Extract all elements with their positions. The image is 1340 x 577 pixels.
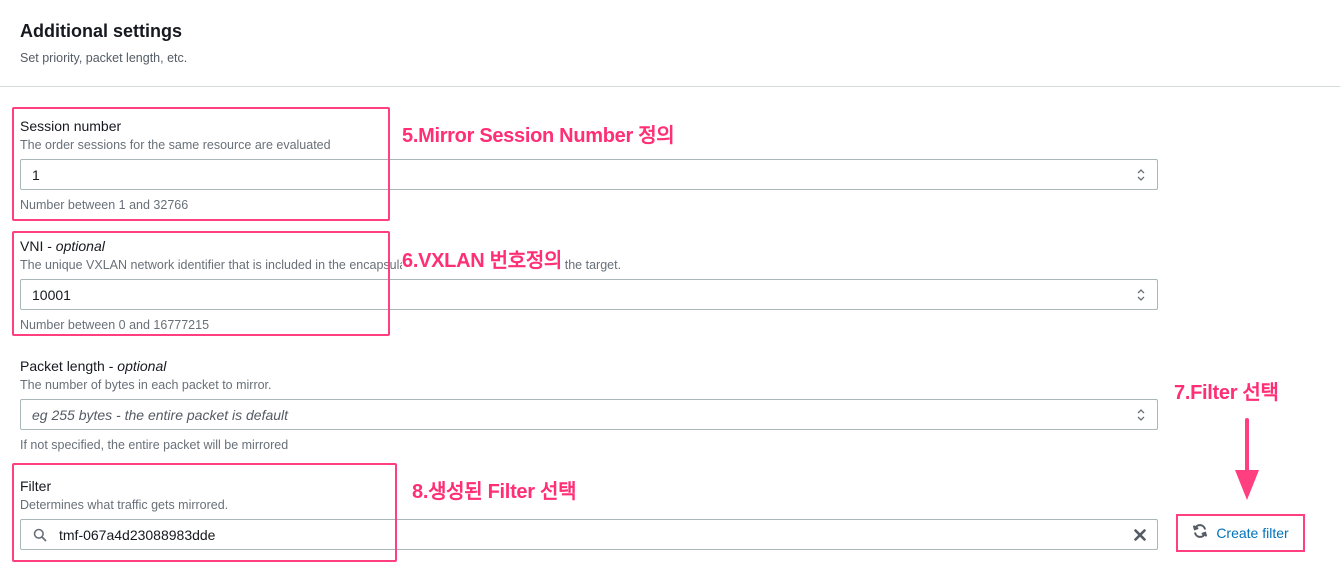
create-filter-button[interactable]: Create filter	[1176, 514, 1305, 552]
annotation-step6: 6.VXLAN 번호정의	[402, 244, 562, 273]
highlight-box-filter	[12, 463, 397, 562]
packet-length-description: The number of bytes in each packet to mi…	[20, 378, 272, 392]
annotation-step8: 8.생성된 Filter 선택	[412, 481, 577, 503]
divider	[0, 86, 1340, 87]
down-arrow-icon	[1232, 418, 1262, 502]
create-filter-label: Create filter	[1216, 525, 1289, 541]
number-spinner-icon[interactable]	[1137, 408, 1145, 422]
refresh-icon	[1192, 523, 1208, 544]
packet-length-hint: If not specified, the entire packet will…	[20, 438, 289, 452]
annotation-step5: 5.Mirror Session Number 정의	[402, 125, 675, 147]
number-spinner-icon[interactable]	[1137, 168, 1145, 182]
packet-length-label: Packet length - optional	[20, 358, 167, 374]
packet-length-input[interactable]: eg 255 bytes - the entire packet is defa…	[20, 399, 1158, 430]
annotation-step7: 7.Filter 선택	[1174, 382, 1279, 404]
highlight-box-vni	[12, 231, 390, 336]
section-description: Set priority, packet length, etc.	[20, 51, 188, 65]
highlight-box-session-number	[12, 107, 390, 221]
number-spinner-icon[interactable]	[1137, 288, 1145, 302]
packet-length-placeholder: eg 255 bytes - the entire packet is defa…	[32, 407, 289, 423]
clear-icon[interactable]	[1133, 528, 1147, 542]
section-title: Additional settings	[20, 21, 182, 41]
